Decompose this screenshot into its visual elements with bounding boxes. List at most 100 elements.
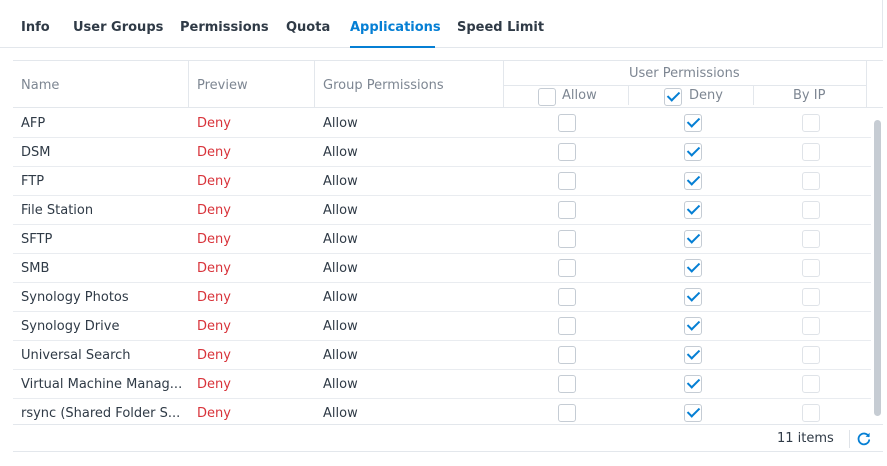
by-ip-checkbox[interactable] bbox=[802, 172, 820, 190]
header-group-divider bbox=[504, 85, 867, 86]
deny-checkbox[interactable] bbox=[684, 375, 702, 393]
tab-speed-limit[interactable]: Speed Limit bbox=[457, 20, 544, 35]
deny-checkbox[interactable] bbox=[684, 230, 702, 248]
footer-border bbox=[13, 451, 883, 452]
deny-checkbox[interactable] bbox=[684, 346, 702, 364]
preview-permission: Deny bbox=[197, 174, 231, 189]
table-row[interactable]: File Station Deny Allow bbox=[13, 196, 871, 225]
allow-all-checkbox[interactable] bbox=[538, 88, 556, 106]
scrollbar-thumb[interactable] bbox=[874, 120, 881, 416]
column-header-allow: Allow bbox=[562, 88, 597, 103]
preview-permission: Deny bbox=[197, 145, 231, 160]
by-ip-checkbox[interactable] bbox=[802, 288, 820, 306]
table-row[interactable]: FTP Deny Allow bbox=[13, 167, 871, 196]
application-name: Synology Drive bbox=[21, 319, 120, 334]
by-ip-checkbox[interactable] bbox=[802, 404, 820, 422]
table-row[interactable]: Virtual Machine Manag... Deny Allow bbox=[13, 370, 871, 399]
column-header-by-ip: By IP bbox=[793, 88, 826, 103]
deny-checkbox[interactable] bbox=[684, 317, 702, 335]
deny-checkbox[interactable] bbox=[684, 259, 702, 277]
table-row[interactable]: DSM Deny Allow bbox=[13, 138, 871, 167]
application-name: Universal Search bbox=[21, 348, 131, 363]
panel-edge bbox=[882, 0, 883, 48]
table-row[interactable]: AFP Deny Allow bbox=[13, 109, 871, 138]
deny-checkbox[interactable] bbox=[684, 143, 702, 161]
column-header-deny: Deny bbox=[689, 88, 723, 103]
group-permission: Allow bbox=[323, 116, 358, 131]
group-permission: Allow bbox=[323, 174, 358, 189]
column-divider bbox=[753, 86, 754, 105]
applications-table: Name Preview Group Permissions User Perm… bbox=[13, 60, 883, 424]
table-row[interactable]: SMB Deny Allow bbox=[13, 254, 871, 283]
footer-divider bbox=[849, 430, 850, 448]
application-name: DSM bbox=[21, 145, 51, 160]
by-ip-checkbox[interactable] bbox=[802, 317, 820, 335]
tab-info[interactable]: Info bbox=[21, 20, 50, 35]
column-header-name[interactable]: Name bbox=[21, 78, 59, 93]
preview-permission: Deny bbox=[197, 203, 231, 218]
group-permission: Allow bbox=[323, 261, 358, 276]
by-ip-checkbox[interactable] bbox=[802, 114, 820, 132]
deny-checkbox[interactable] bbox=[684, 288, 702, 306]
application-name: File Station bbox=[21, 203, 94, 218]
application-name: AFP bbox=[21, 116, 46, 131]
allow-checkbox[interactable] bbox=[558, 259, 576, 277]
preview-permission: Deny bbox=[197, 232, 231, 247]
application-name: Virtual Machine Manag... bbox=[21, 377, 183, 392]
allow-checkbox[interactable] bbox=[558, 143, 576, 161]
by-ip-checkbox[interactable] bbox=[802, 259, 820, 277]
by-ip-checkbox[interactable] bbox=[802, 346, 820, 364]
column-header-user-permissions: User Permissions bbox=[629, 66, 740, 81]
deny-all-checkbox[interactable] bbox=[664, 88, 682, 106]
column-divider bbox=[314, 61, 315, 108]
allow-checkbox[interactable] bbox=[558, 230, 576, 248]
allow-checkbox[interactable] bbox=[558, 375, 576, 393]
preview-permission: Deny bbox=[197, 377, 231, 392]
allow-checkbox[interactable] bbox=[558, 172, 576, 190]
table-row[interactable]: SFTP Deny Allow bbox=[13, 225, 871, 254]
preview-permission: Deny bbox=[197, 406, 231, 421]
by-ip-checkbox[interactable] bbox=[802, 375, 820, 393]
column-header-preview[interactable]: Preview bbox=[197, 78, 248, 93]
tab-permissions[interactable]: Permissions bbox=[180, 20, 269, 35]
preview-permission: Deny bbox=[197, 116, 231, 131]
group-permission: Allow bbox=[323, 203, 358, 218]
table-row[interactable]: Universal Search Deny Allow bbox=[13, 341, 871, 370]
group-permission: Allow bbox=[323, 290, 358, 305]
application-name: FTP bbox=[21, 174, 45, 189]
allow-checkbox[interactable] bbox=[558, 288, 576, 306]
group-permission: Allow bbox=[323, 406, 358, 421]
group-permission: Allow bbox=[323, 145, 358, 160]
tab-user-groups[interactable]: User Groups bbox=[73, 20, 163, 35]
allow-checkbox[interactable] bbox=[558, 114, 576, 132]
application-name: Synology Photos bbox=[21, 290, 129, 305]
application-name: rsync (Shared Folder S... bbox=[21, 406, 181, 421]
deny-checkbox[interactable] bbox=[684, 404, 702, 422]
refresh-icon[interactable] bbox=[855, 430, 873, 448]
table-row[interactable]: rsync (Shared Folder S... Deny Allow bbox=[13, 399, 871, 424]
deny-checkbox[interactable] bbox=[684, 201, 702, 219]
column-divider bbox=[628, 86, 629, 105]
group-permission: Allow bbox=[323, 232, 358, 247]
deny-checkbox[interactable] bbox=[684, 114, 702, 132]
allow-checkbox[interactable] bbox=[558, 404, 576, 422]
tab-quota[interactable]: Quota bbox=[286, 20, 330, 35]
by-ip-checkbox[interactable] bbox=[802, 230, 820, 248]
table-row[interactable]: Synology Photos Deny Allow bbox=[13, 283, 871, 312]
column-header-group-permissions[interactable]: Group Permissions bbox=[323, 78, 444, 93]
group-permission: Allow bbox=[323, 377, 358, 392]
preview-permission: Deny bbox=[197, 348, 231, 363]
allow-checkbox[interactable] bbox=[558, 317, 576, 335]
tab-applications[interactable]: Applications bbox=[350, 20, 441, 35]
deny-checkbox[interactable] bbox=[684, 172, 702, 190]
preview-permission: Deny bbox=[197, 290, 231, 305]
table-footer: 11 items bbox=[13, 424, 883, 452]
table-row[interactable]: Synology Drive Deny Allow bbox=[13, 312, 871, 341]
by-ip-checkbox[interactable] bbox=[802, 143, 820, 161]
table-header: Name Preview Group Permissions User Perm… bbox=[13, 61, 883, 108]
item-count: 11 items bbox=[777, 431, 834, 446]
column-divider bbox=[866, 61, 867, 108]
allow-checkbox[interactable] bbox=[558, 346, 576, 364]
by-ip-checkbox[interactable] bbox=[802, 201, 820, 219]
allow-checkbox[interactable] bbox=[558, 201, 576, 219]
